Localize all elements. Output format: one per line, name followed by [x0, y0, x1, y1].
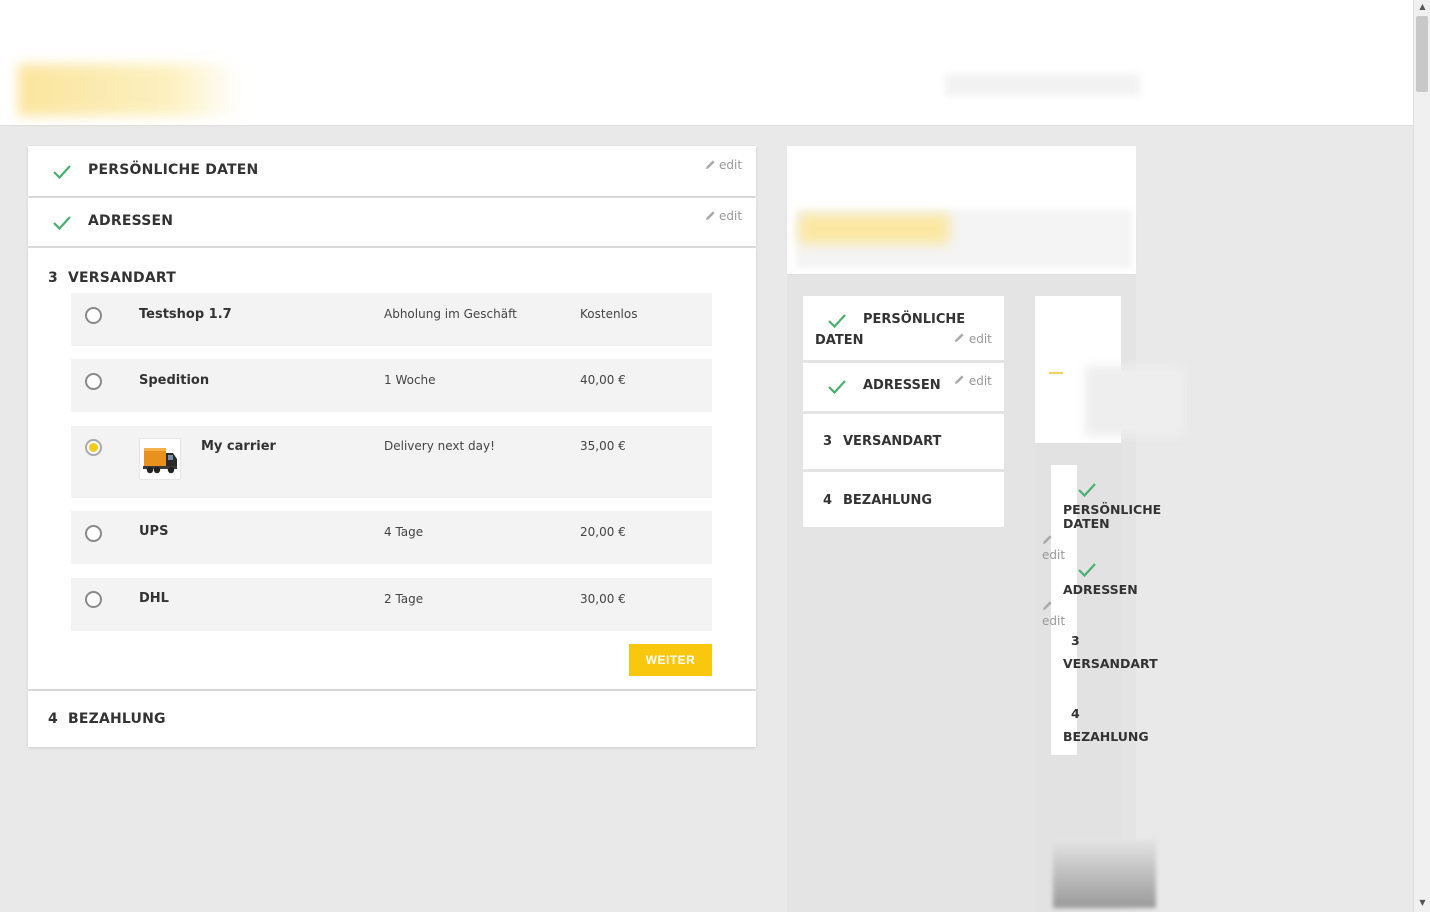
pencil-icon [706, 160, 715, 169]
carrier-delay: 4 Tage [384, 525, 424, 539]
mirror-edit-addresses[interactable]: edit [954, 374, 992, 388]
nested-header-box [1035, 296, 1185, 443]
carrier-price: 35,00 € [580, 439, 626, 453]
mirror-title-addresses: ADRESSEN [863, 378, 941, 393]
pencil-icon [1043, 601, 1052, 610]
edit-personal-link[interactable]: edit [705, 158, 742, 172]
pencil-icon [955, 333, 964, 342]
carrier-name: UPS [139, 524, 169, 539]
edit-label: edit [719, 209, 743, 223]
tiny-edit-addresses[interactable]: edit [1042, 600, 1065, 628]
pencil-icon [706, 211, 715, 220]
step-personal-data: PERSÖNLICHE DATEN edit [28, 146, 756, 196]
carrier-name: Testshop 1.7 [139, 307, 232, 322]
carrier-radio[interactable] [85, 373, 102, 390]
edit-label: edit [968, 332, 992, 346]
carrier-delay: Delivery next day! [384, 439, 495, 453]
site-header [0, 0, 1413, 126]
vertical-scrollbar[interactable]: ▲ ▼ [1413, 0, 1430, 912]
carrier-option-selected[interactable]: My carrier Delivery next day! 35,00 € [71, 426, 712, 498]
check-icon [1078, 483, 1096, 498]
header-search-area [945, 74, 1140, 96]
step-addresses: ADRESSEN edit [28, 198, 756, 246]
mirror-number-payment: 4 [823, 493, 833, 508]
carrier-price: 40,00 € [580, 373, 626, 387]
truck-icon [139, 438, 181, 480]
carrier-delay: Abholung im Geschäft [384, 307, 517, 321]
tiny-title-personal-1: PERSÖNLICHE [1063, 502, 1162, 517]
mirror-step-personal: PERSÖNLICHE DATEN edit [803, 296, 1004, 360]
mirror-step-payment: 4 BEZAHLUNG [803, 472, 1004, 527]
carrier-name: DHL [139, 591, 169, 606]
carrier-price: 20,00 € [580, 525, 626, 539]
pencil-icon [1043, 535, 1052, 544]
step-payment: 4 BEZAHLUNG [28, 691, 756, 747]
carrier-option[interactable]: UPS 4 Tage 20,00 € [71, 511, 712, 564]
carrier-option[interactable]: DHL 2 Tage 30,00 € [71, 578, 712, 631]
sidebar-header-box [787, 146, 1136, 275]
edit-label: edit [719, 158, 743, 172]
pencil-icon [955, 375, 964, 384]
carrier-price: 30,00 € [580, 592, 626, 606]
carrier-radio[interactable] [85, 525, 102, 542]
carrier-radio-checked[interactable] [85, 439, 102, 456]
step-title-shipping: VERSANDART [68, 270, 176, 286]
carrier-delay: 2 Tage [384, 592, 424, 606]
carrier-name: Spedition [139, 373, 210, 388]
mirror-step-addresses: ADRESSEN edit [803, 363, 1004, 411]
continue-button[interactable]: WEITER [629, 644, 712, 676]
step-number-shipping: 3 [48, 270, 58, 286]
tiny-number-shipping: 3 [1071, 633, 1080, 648]
carrier-radio[interactable] [85, 307, 102, 324]
carrier-radio[interactable] [85, 591, 102, 608]
mirror-title-payment: BEZAHLUNG [843, 493, 933, 508]
edit-addresses-link[interactable]: edit [705, 209, 742, 223]
edit-label: edit [1042, 614, 1066, 628]
scroll-up-arrow-icon[interactable]: ▲ [1414, 2, 1430, 11]
tiny-title-shipping: VERSANDART [1063, 656, 1158, 671]
nested-logo-accent [1049, 372, 1063, 374]
check-icon [53, 165, 71, 180]
check-icon [1078, 563, 1096, 578]
mirror-edit-personal[interactable]: edit [954, 332, 992, 346]
carrier-option[interactable]: Testshop 1.7 Abholung im Geschäft Kosten… [71, 293, 712, 346]
step-title-addresses: ADRESSEN [88, 213, 174, 229]
carrier-option[interactable]: Spedition 1 Woche 40,00 € [71, 359, 712, 412]
tiny-edit-personal[interactable]: edit [1042, 534, 1065, 562]
tiny-title-payment: BEZAHLUNG [1063, 729, 1149, 744]
step-number-payment: 4 [48, 711, 58, 727]
shop-logo[interactable] [18, 64, 240, 116]
mirror-title-personal-1: PERSÖNLICHE [863, 312, 966, 327]
step-title-personal: PERSÖNLICHE DATEN [88, 162, 259, 178]
carrier-price: Kostenlos [580, 307, 638, 321]
tiny-title-personal-2: DATEN [1063, 516, 1110, 531]
scroll-down-arrow-icon[interactable]: ▼ [1414, 898, 1430, 907]
mirror-title-shipping: VERSANDART [843, 434, 942, 449]
check-icon [828, 314, 846, 329]
sidebar-logo-accent [799, 214, 949, 244]
tiny-number-payment: 4 [1071, 706, 1080, 721]
edit-label: edit [968, 374, 992, 388]
mirror-step-shipping: 3 VERSANDART [803, 414, 1004, 469]
check-icon [53, 216, 71, 231]
carrier-name: My carrier [201, 439, 276, 454]
scroll-thumb[interactable] [1416, 16, 1428, 92]
bottom-blur [1053, 838, 1156, 908]
nested-logo-blur [1085, 366, 1185, 436]
mirror-number-shipping: 3 [823, 434, 833, 449]
mirror-title-personal-2: DATEN [815, 333, 864, 348]
carrier-delay: 1 Woche [384, 373, 436, 387]
check-icon [828, 380, 846, 395]
step-title-payment: BEZAHLUNG [68, 711, 166, 727]
tiny-title-addresses: ADRESSEN [1063, 582, 1138, 597]
edit-label: edit [1042, 548, 1066, 562]
